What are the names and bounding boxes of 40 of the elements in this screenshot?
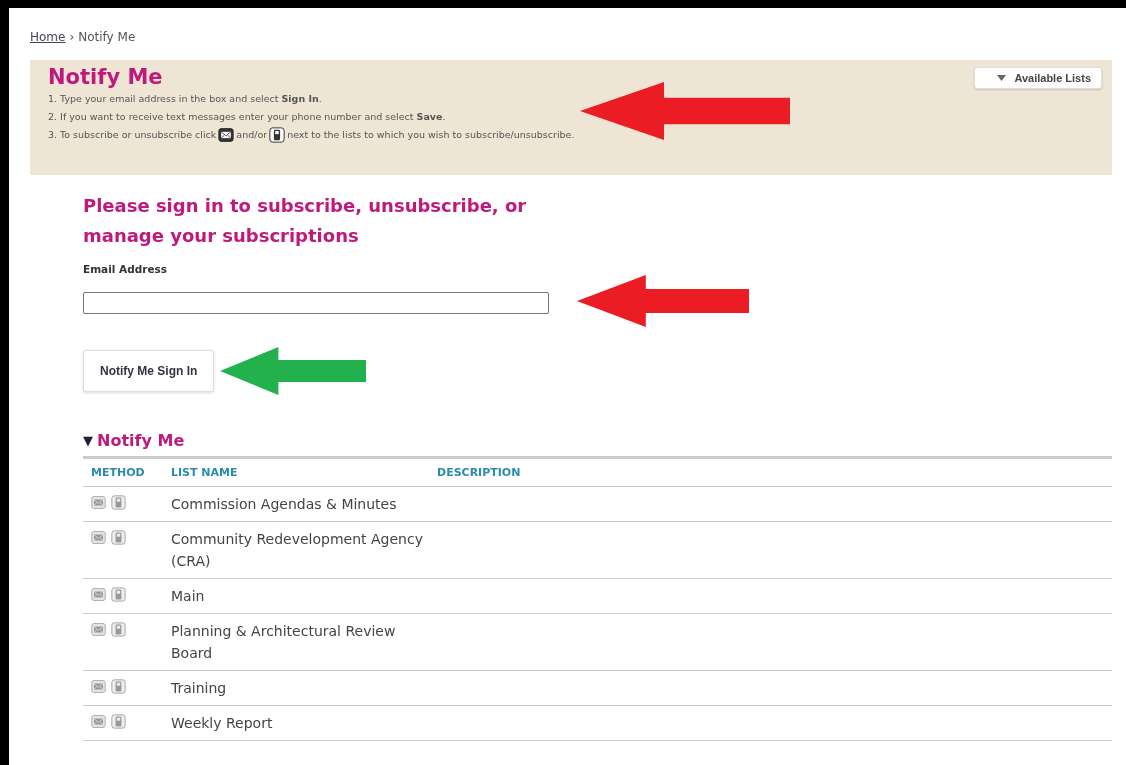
envelope-icon [218,127,235,143]
page-title: Notify Me [48,64,164,90]
instruction-text: 1. Type your email address in the box and select Sign In. [48,92,322,106]
list-name: Community Redevelopment Agency (CRA) [171,531,423,569]
instruction-text: 3. To subscribe or unsubscribe click [48,128,217,142]
sign-in-button[interactable]: Notify Me Sign In [83,350,215,392]
list-name: Weekly Report [171,715,273,731]
breadcrumb-separator: › [69,30,75,44]
caret-icon [997,75,1007,81]
column-header: LIST NAME [171,466,238,479]
list-name: Commission Agendas & Minutes [171,496,397,512]
envelope-icon[interactable] [91,495,106,510]
list-name: Training [171,680,227,696]
envelope-icon[interactable] [91,714,106,729]
phone-icon[interactable] [111,587,126,602]
home-link[interactable]: Home [30,30,66,44]
phone-icon[interactable] [111,679,126,694]
email-field[interactable] [83,292,549,314]
available-lists-button[interactable]: Available Lists [974,67,1102,89]
list-name: Main [171,588,205,604]
phone-icon [269,127,286,143]
column-header: METHOD [91,466,145,479]
phone-icon[interactable] [111,495,126,510]
phone-icon[interactable] [111,622,126,637]
email-label: Email Address [83,263,168,275]
instruction-text: next to the lists to which you wish to subscribe/unsubscribe. [287,128,575,142]
column-header: DESCRIPTION [437,466,521,479]
section-title: Notify Me [97,430,185,450]
breadcrumb-current: Notify Me [78,30,136,44]
phone-icon[interactable] [111,714,126,729]
envelope-icon[interactable] [91,622,106,637]
envelope-icon[interactable] [91,530,106,545]
phone-icon[interactable] [111,530,126,545]
sign-in-heading: Please sign in to subscribe, unsubscribe, or manage your subscriptions [83,194,528,248]
collapse-toggle[interactable]: ▼ [83,432,93,448]
list-name: Planning & Architectural Review Board [171,623,396,661]
instruction-text: 2. If you want to receive text messages enter your phone number and select Save. [48,110,446,124]
instruction-text: and/or [236,128,268,142]
envelope-icon[interactable] [91,679,106,694]
envelope-icon[interactable] [91,587,106,602]
